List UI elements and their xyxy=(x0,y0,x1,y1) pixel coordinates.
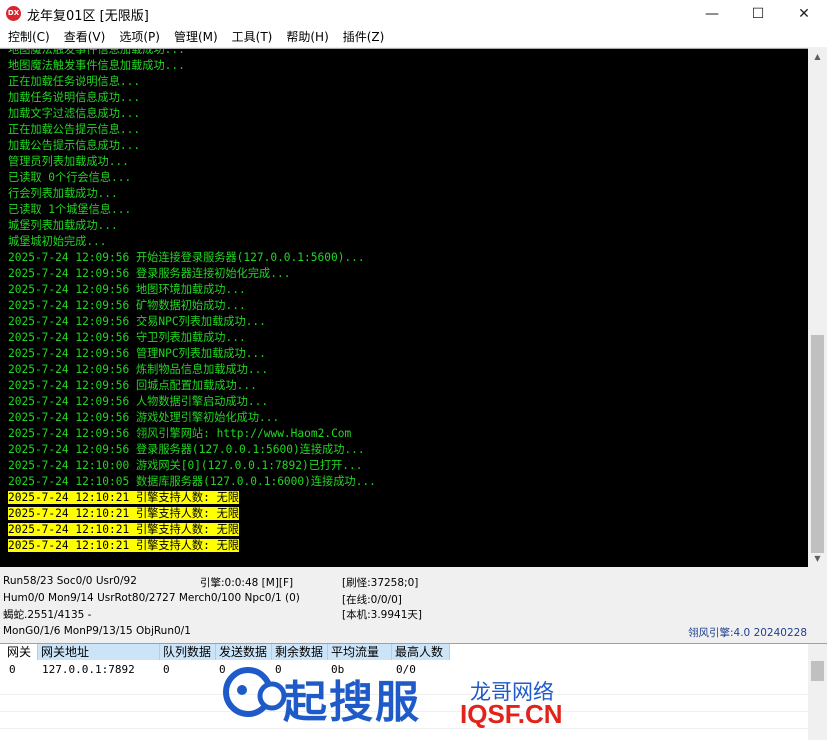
table-cell[interactable]: 0 xyxy=(4,662,16,677)
title-bar: DX 龙年复01区 [无限版] — ☐ ✕ xyxy=(0,0,827,27)
maximize-button[interactable]: ☐ xyxy=(735,0,781,27)
status-panel: Run58/23 Soc0/0 Usr0/92 引擎:0:0:48 [M][F]… xyxy=(0,570,827,642)
app-icon: DX xyxy=(6,6,21,21)
status-scorpion: 蝎蛇.2551/4135 - xyxy=(3,609,92,621)
menu-control[interactable]: 控制(C) xyxy=(0,27,57,47)
col-queue-data[interactable]: 队列数据 xyxy=(160,644,216,660)
log-line-highlighted: 2025-7-24 12:10:21 引擎支持人数: 无限 xyxy=(0,490,808,506)
log-line: 加载公告提示信息成功... xyxy=(8,139,141,152)
watermark-domain: IQSF.CN xyxy=(460,699,563,729)
menu-help[interactable]: 帮助(H) xyxy=(279,27,335,47)
status-online: [在线:0/0/0] xyxy=(342,594,402,606)
log-line: 2025-7-24 12:09:56 开始连接登录服务器(127.0.0.1:5… xyxy=(8,251,365,264)
menu-view[interactable]: 查看(V) xyxy=(57,27,113,47)
log-line: 正在加载公告提示信息... xyxy=(8,123,141,136)
log-line: 正在加载任务说明信息... xyxy=(8,75,141,88)
log-line: 2025-7-24 12:09:56 矿物数据初始成功... xyxy=(8,299,246,312)
status-hum: Hum0/0 Mon9/14 UsrRot80/2727 Merch0/100 … xyxy=(3,592,300,604)
highlighted-text: 2025-7-24 12:10:21 引擎支持人数: 无限 xyxy=(8,491,239,504)
status-mon: MonG0/1/6 MonP9/13/15 ObjRun0/1 xyxy=(3,625,191,637)
highlighted-text: 2025-7-24 12:10:21 引擎支持人数: 无限 xyxy=(8,523,239,536)
log-line: 2025-7-24 12:09:56 管理NPC列表加载成功... xyxy=(8,347,266,360)
log-line: 2025-7-24 12:09:56 交易NPC列表加载成功... xyxy=(8,315,266,328)
log-line: 已读取 1个城堡信息... xyxy=(8,203,132,216)
menu-options[interactable]: 选项(P) xyxy=(112,27,167,47)
status-local: [本机:3.9941天] xyxy=(342,609,422,621)
col-remaining-data[interactable]: 剩余数据 xyxy=(272,644,328,660)
minimize-button[interactable]: — xyxy=(689,0,735,27)
log-console[interactable]: 地图魔法触发事件信息加载成功... 地图魔法触发事件信息加载成功... 正在加载任务… xyxy=(0,48,808,567)
log-line: 管理员列表加载成功... xyxy=(8,155,129,168)
menu-bar: 控制(C) 查看(V) 选项(P) 管理(M) 工具(T) 帮助(H) 插件(Z… xyxy=(0,27,827,47)
log-line: 2025-7-24 12:09:56 地图环境加载成功... xyxy=(8,283,246,296)
table-scrollbar[interactable] xyxy=(808,644,827,740)
log-line-highlighted: 2025-7-24 12:10:21 引擎支持人数: 无限 xyxy=(0,522,808,538)
log-line: 地图魔法触发事件信息加载成功... xyxy=(8,59,185,72)
col-avg-traffic[interactable]: 平均流量 xyxy=(328,644,392,660)
log-line: 加载任务说明信息成功... xyxy=(8,91,141,104)
watermark-text: 起搜服 xyxy=(283,677,421,728)
highlighted-text: 2025-7-24 12:10:21 引擎支持人数: 无限 xyxy=(8,507,239,520)
highlighted-text: 2025-7-24 12:10:21 引擎支持人数: 无限 xyxy=(8,539,239,552)
log-line: 地图魔法触发事件信息加载成功... xyxy=(8,48,185,56)
scroll-down-icon[interactable]: ▼ xyxy=(808,550,827,567)
log-line: 2025-7-24 12:10:05 数据库服务器(127.0.0.1:6000… xyxy=(8,475,376,488)
col-gateway-address[interactable]: 网关地址 xyxy=(38,644,160,660)
log-line: 2025-7-24 12:09:56 守卫列表加载成功... xyxy=(8,331,246,344)
log-line-highlighted: 2025-7-24 12:10:21 引擎支持人数: 无限 xyxy=(0,506,808,522)
log-line: 2025-7-24 12:09:56 炼制物品信息加载成功... xyxy=(8,363,269,376)
table-cell[interactable]: 127.0.0.1:7892 xyxy=(37,662,135,677)
log-line: 城堡列表加载成功... xyxy=(8,219,118,232)
engine-version: 翎风引擎:4.0 20240228 xyxy=(688,627,808,639)
menu-tools[interactable]: 工具(T) xyxy=(225,27,280,47)
log-line: 城堡城初始完成... xyxy=(8,235,107,248)
console-scrollbar[interactable]: ▲ ▼ xyxy=(808,48,827,567)
table-scrollbar-thumb[interactable] xyxy=(811,661,824,681)
close-button[interactable]: ✕ xyxy=(781,0,827,27)
log-line: 2025-7-24 12:09:56 回城点配置加载成功... xyxy=(8,379,257,392)
log-line: 行会列表加载成功... xyxy=(8,187,118,200)
log-line: 2025-7-24 12:10:00 游戏网关[0](127.0.0.1:789… xyxy=(8,459,363,472)
log-line-highlighted: 2025-7-24 12:10:21 引擎支持人数: 无限 xyxy=(0,538,808,554)
scroll-up-icon[interactable]: ▲ xyxy=(808,48,827,65)
scrollbar-thumb[interactable] xyxy=(811,335,824,553)
status-monsters: [刷怪:37258;0] xyxy=(342,577,419,589)
log-line: 2025-7-24 12:09:56 登录服务器(127.0.0.1:5600)… xyxy=(8,443,365,456)
col-gateway[interactable]: 网关 xyxy=(4,644,38,660)
menu-manage[interactable]: 管理(M) xyxy=(167,27,225,47)
col-send-data[interactable]: 发送数据 xyxy=(216,644,272,660)
window-title: 龙年复01区 [无限版] xyxy=(27,9,149,24)
log-line: 2025-7-24 12:09:56 人物数据引擎启动成功... xyxy=(8,395,269,408)
log-line: 已读取 0个行会信息... xyxy=(8,171,132,184)
table-cell[interactable]: 0 xyxy=(158,662,170,677)
log-line: 2025-7-24 12:09:56 游戏处理引擎初始化成功... xyxy=(8,411,280,424)
log-line: 加载文字过滤信息成功... xyxy=(8,107,141,120)
log-line: 2025-7-24 12:09:56 登录服务器连接初始化完成... xyxy=(8,267,291,280)
status-engine: 引擎:0:0:48 [M][F] xyxy=(200,577,294,589)
menu-plugins[interactable]: 插件(Z) xyxy=(336,27,392,47)
log-line: 2025-7-24 12:09:56 翎风引擎网站: http://www.Ha… xyxy=(8,427,352,440)
status-run: Run58/23 Soc0/0 Usr0/92 xyxy=(3,575,137,587)
col-max-users[interactable]: 最高人数 xyxy=(392,644,450,660)
